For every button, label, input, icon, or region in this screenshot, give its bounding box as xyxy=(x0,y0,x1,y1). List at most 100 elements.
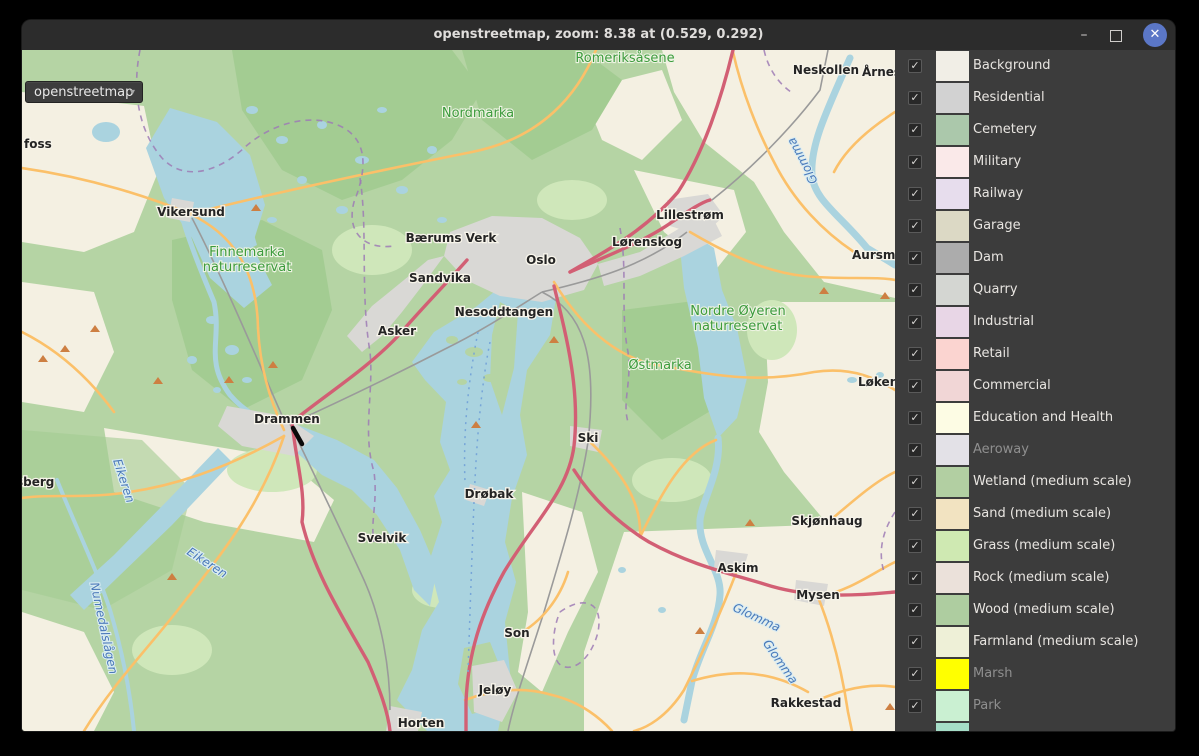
map-label: sberg xyxy=(22,475,54,489)
legend-row: ✓ Marsh xyxy=(895,658,1175,690)
map-label: Drøbak xyxy=(465,487,515,501)
checkbox-check-icon: ✓ xyxy=(909,380,921,392)
legend-row: ✓Dam xyxy=(895,242,1175,274)
legend-label: Sand (medium scale) xyxy=(973,498,1111,530)
legend-label: Marsh xyxy=(973,658,1013,690)
legend-row: ✓ xyxy=(895,722,1175,731)
legend-checkbox[interactable]: ✓ xyxy=(908,603,922,617)
map-label: Bærums Verk xyxy=(406,231,498,245)
map-label: naturreservat xyxy=(203,260,292,275)
legend-checkbox[interactable]: ✓ xyxy=(908,635,922,649)
title-bar[interactable]: openstreetmap, zoom: 8.38 at (0.529, 0.2… xyxy=(22,20,1175,51)
legend-checkbox[interactable]: ✓ xyxy=(908,571,922,585)
legend-checkbox[interactable]: ✓ xyxy=(908,91,922,105)
checkbox-check-icon: ✓ xyxy=(909,668,921,680)
legend-label: Quarry xyxy=(973,274,1018,306)
legend-checkbox[interactable]: ✓ xyxy=(908,251,922,265)
map-label: Romeriksåsene xyxy=(575,51,674,66)
legend-row: ✓ Education and Health xyxy=(895,402,1175,434)
minimize-button[interactable]: – xyxy=(1071,20,1097,50)
map-label: Aursmoen xyxy=(852,248,895,262)
checkbox-check-icon: ✓ xyxy=(909,316,921,328)
maximize-icon xyxy=(1110,30,1122,42)
app-window: openstreetmap, zoom: 8.38 at (0.529, 0.2… xyxy=(22,20,1175,731)
map-label: Vikersund xyxy=(157,205,225,219)
legend-row: ✓Wood (medium scale) xyxy=(895,594,1175,626)
map-label: Ski xyxy=(578,431,599,445)
legend-label: Retail xyxy=(973,338,1010,370)
map-graphic: RomeriksåseneNordmarkaNeskollenÅrnesfoss… xyxy=(22,50,895,731)
legend-checkbox[interactable]: ✓ xyxy=(908,475,922,489)
checkbox-check-icon: ✓ xyxy=(909,252,921,264)
legend-label: Park xyxy=(973,690,1001,722)
layer-select-dropdown[interactable]: openstreetmap ▾ xyxy=(25,81,143,103)
legend-swatch xyxy=(936,499,969,529)
legend-checkbox[interactable]: ✓ xyxy=(908,411,922,425)
legend-label: Education and Health xyxy=(973,402,1113,434)
checkbox-check-icon: ✓ xyxy=(909,476,921,488)
map-label: Lillestrøm xyxy=(656,208,724,222)
legend-swatch xyxy=(936,659,969,689)
map-canvas[interactable]: RomeriksåseneNordmarkaNeskollenÅrnesfoss… xyxy=(22,50,895,731)
legend-checkbox[interactable]: ✓ xyxy=(908,539,922,553)
legend-checkbox[interactable]: ✓ xyxy=(908,59,922,73)
legend-label: Garage xyxy=(973,210,1021,242)
legend-checkbox[interactable]: ✓ xyxy=(908,219,922,233)
legend-label: Industrial xyxy=(973,306,1034,338)
legend-checkbox[interactable]: ✓ xyxy=(908,315,922,329)
map-label: Rakkestad xyxy=(771,696,842,710)
legend-checkbox[interactable]: ✓ xyxy=(908,667,922,681)
checkbox-check-icon: ✓ xyxy=(909,220,921,232)
legend-label: Cemetery xyxy=(973,114,1037,146)
legend-swatch xyxy=(936,627,969,657)
close-button[interactable]: ✕ xyxy=(1143,23,1167,47)
legend-label: Wetland (medium scale) xyxy=(973,466,1132,498)
legend-row: ✓ Railway xyxy=(895,178,1175,210)
legend-row: ✓ Retail xyxy=(895,338,1175,370)
map-label: Drammen xyxy=(254,412,320,426)
legend-label: Background xyxy=(973,50,1051,82)
map-label: Svelvik xyxy=(358,531,408,545)
legend-swatch xyxy=(936,531,969,561)
legend-checkbox[interactable]: ✓ xyxy=(908,507,922,521)
legend-label: Rock (medium scale) xyxy=(973,562,1109,594)
legend-checkbox[interactable]: ✓ xyxy=(908,283,922,297)
legend-checkbox[interactable]: ✓ xyxy=(908,155,922,169)
legend-checkbox[interactable]: ✓ xyxy=(908,443,922,457)
map-label: Mysen xyxy=(796,588,840,602)
checkbox-check-icon: ✓ xyxy=(909,444,921,456)
map-label: Østmarka xyxy=(628,358,691,373)
map-label: Neskollen xyxy=(793,63,859,77)
legend-row: ✓ Residential xyxy=(895,82,1175,114)
legend-swatch xyxy=(936,403,969,433)
legend-row: ✓Commercial xyxy=(895,370,1175,402)
legend-label: Railway xyxy=(973,178,1023,210)
legend-checkbox[interactable]: ✓ xyxy=(908,699,922,713)
legend-row: ✓ Background xyxy=(895,50,1175,82)
map-label: Asker xyxy=(378,324,416,338)
legend-swatch xyxy=(936,275,969,305)
map-label: Jeløy xyxy=(478,683,512,697)
checkbox-check-icon: ✓ xyxy=(909,604,921,616)
legend-row: ✓ Industrial xyxy=(895,306,1175,338)
legend-swatch xyxy=(936,307,969,337)
legend-row: ✓ Quarry xyxy=(895,274,1175,306)
legend-checkbox[interactable]: ✓ xyxy=(908,347,922,361)
map-label: Løken xyxy=(858,375,895,389)
legend-checkbox[interactable]: ✓ xyxy=(908,379,922,393)
legend-checkbox[interactable]: ✓ xyxy=(908,123,922,137)
legend-label: Residential xyxy=(973,82,1045,114)
legend-checkbox[interactable]: ✓ xyxy=(908,187,922,201)
legend-row: ✓Aeroway xyxy=(895,434,1175,466)
legend-swatch xyxy=(936,147,969,177)
legend-row: ✓ Sand (medium scale) xyxy=(895,498,1175,530)
map-label: Nesoddtangen xyxy=(455,305,553,319)
legend-swatch xyxy=(936,211,969,241)
map-label: Horten xyxy=(398,716,445,730)
checkbox-check-icon: ✓ xyxy=(909,508,921,520)
checkbox-check-icon: ✓ xyxy=(909,188,921,200)
legend-row: ✓ Garage xyxy=(895,210,1175,242)
maximize-button[interactable] xyxy=(1103,20,1129,50)
checkbox-check-icon: ✓ xyxy=(909,156,921,168)
legend-label: Farmland (medium scale) xyxy=(973,626,1138,658)
